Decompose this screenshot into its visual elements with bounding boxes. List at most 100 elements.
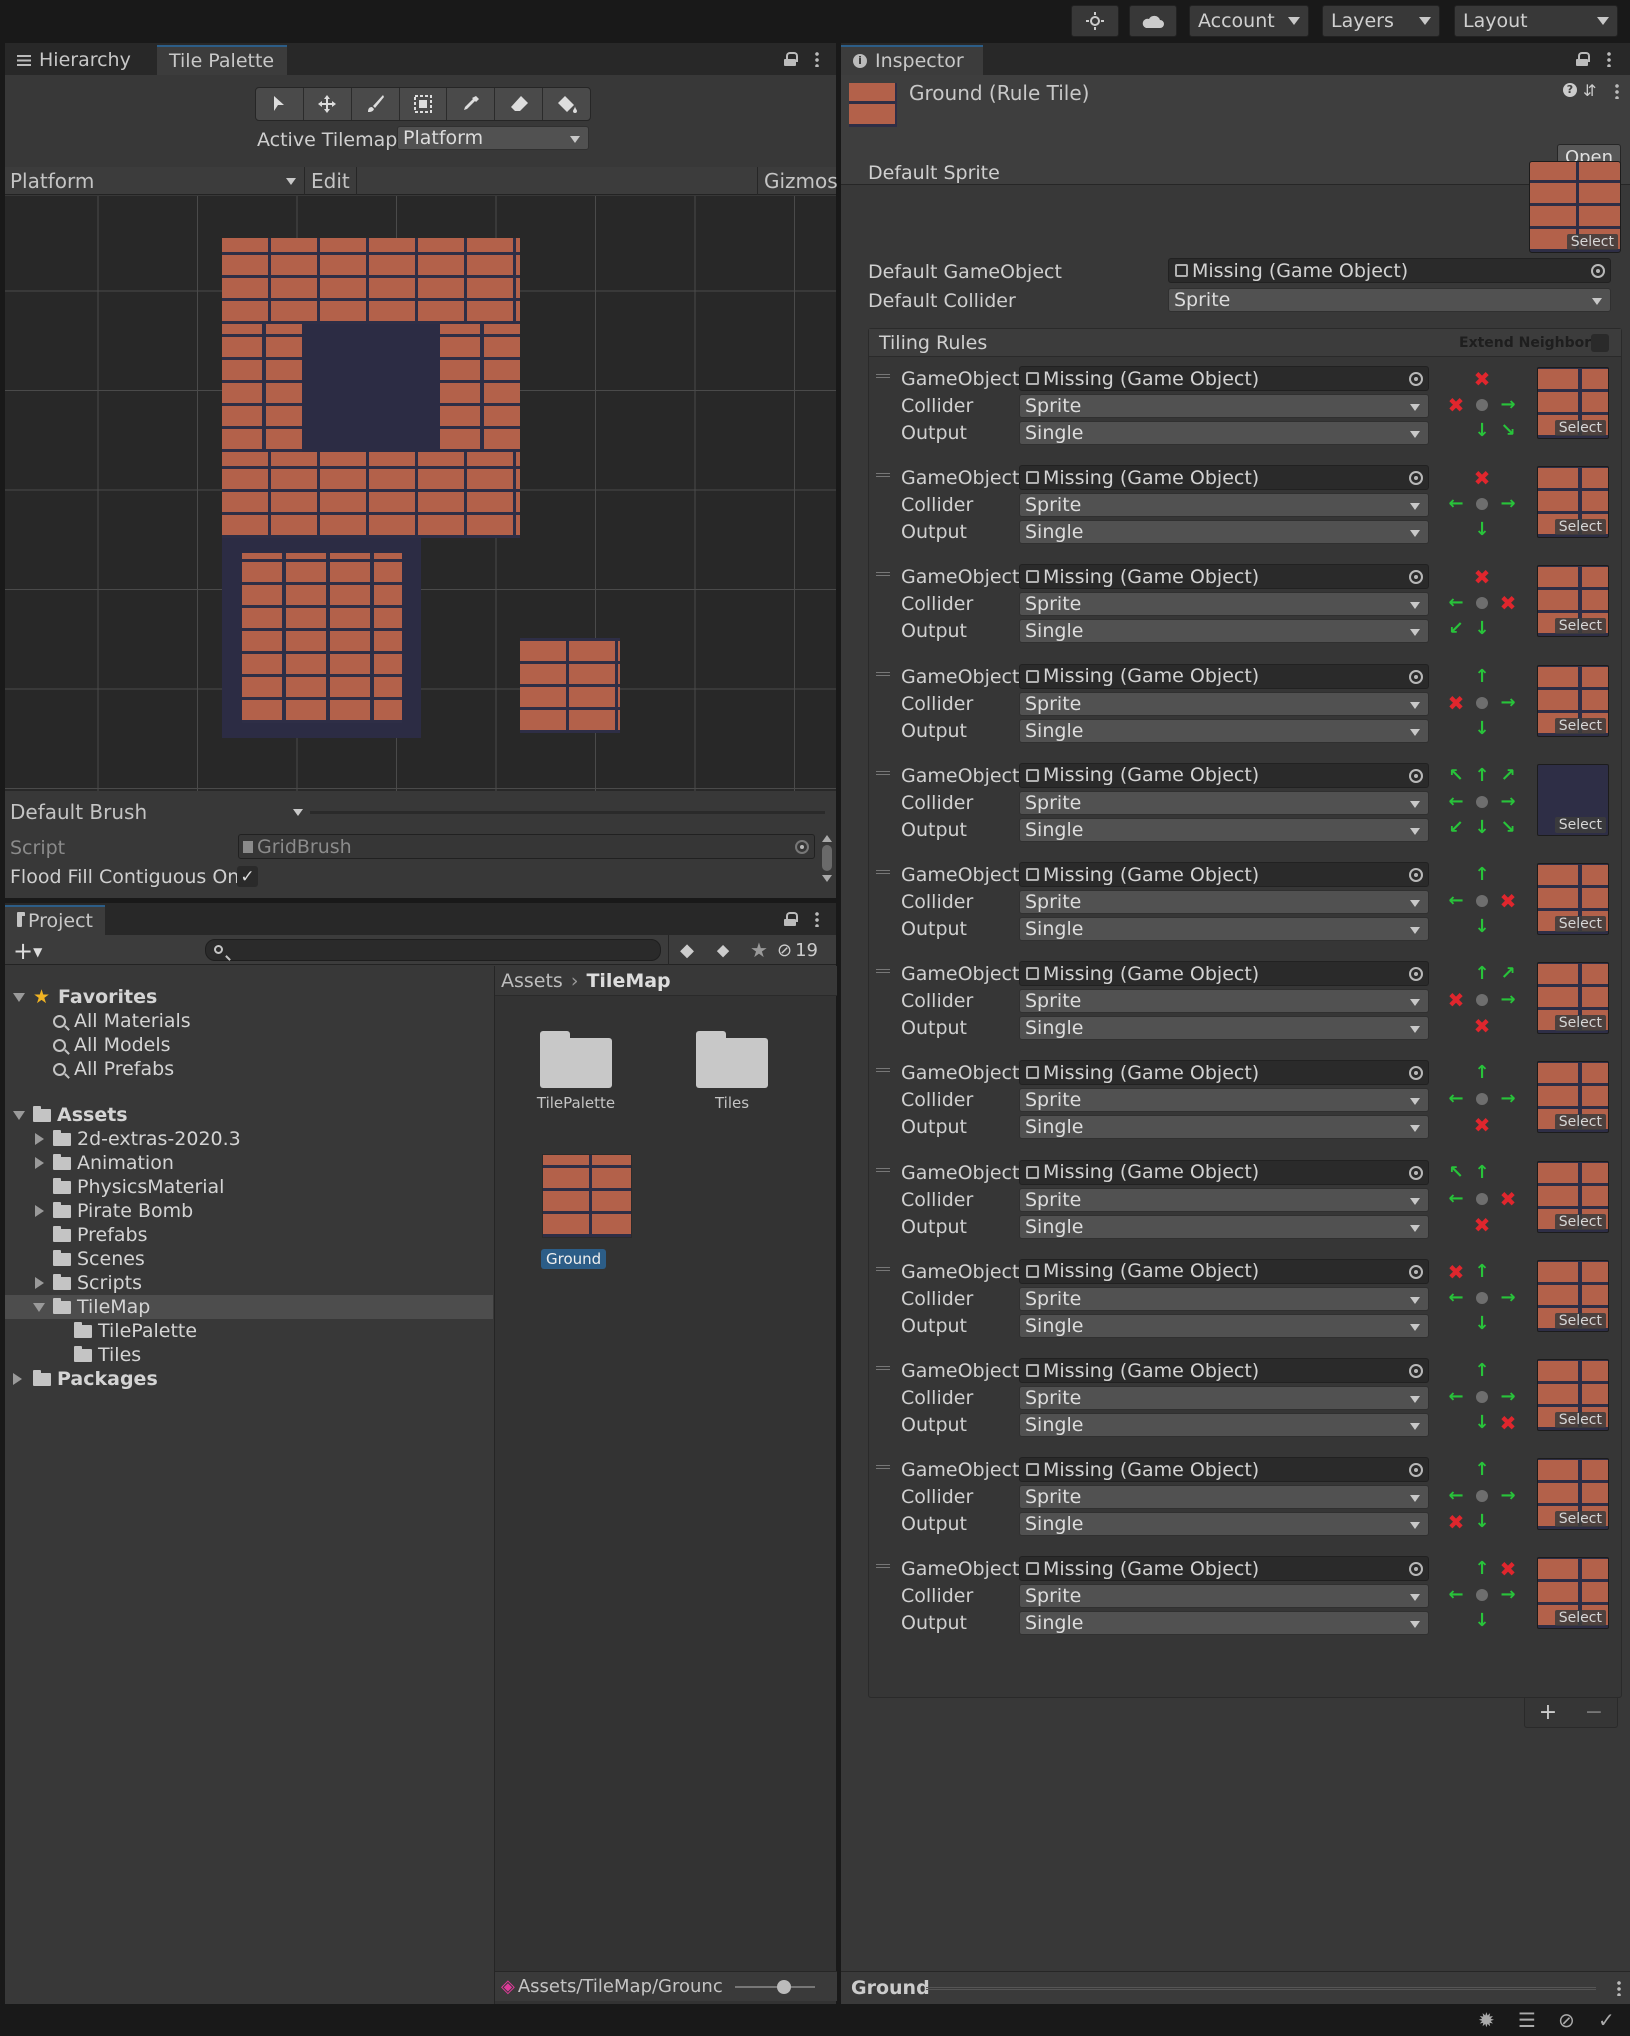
rule-gameobject-field[interactable]: Missing (Game Object) [1019,1258,1429,1284]
empty-neighbor[interactable] [1444,367,1468,391]
rule-output-dropdown[interactable]: Single [1019,718,1429,743]
rule-sprite-field[interactable]: Select [1537,863,1609,935]
empty-neighbor[interactable] [1444,1113,1468,1137]
center-dot-icon[interactable] [1470,790,1494,814]
object-picker-icon[interactable] [1409,471,1423,486]
center-dot-icon[interactable] [1470,691,1494,715]
drag-handle-icon[interactable] [876,1564,890,1569]
tree-pirate-bomb[interactable]: Pirate Bomb [53,1199,193,1223]
rule-output-dropdown[interactable]: Single [1019,1611,1429,1636]
drag-handle-icon[interactable] [876,1167,890,1172]
green-arrow-icon[interactable]: ← [1444,1087,1468,1111]
center-dot-icon[interactable] [1470,1286,1494,1310]
flood-fill-icon[interactable] [543,88,590,120]
rule-output-dropdown[interactable]: Single [1019,1016,1429,1041]
presets-icon[interactable]: ⇵ [1583,81,1596,100]
active-tilemap-dropdown[interactable]: Platform [397,126,589,150]
object-picker-icon[interactable] [1591,264,1605,278]
tile-block-small[interactable] [520,638,620,733]
red-x-icon[interactable]: ✖ [1496,1411,1520,1435]
folder-tilepalette-label[interactable]: TilePalette [515,1094,637,1112]
green-arrow-icon[interactable]: ↘ [1496,419,1520,443]
empty-neighbor[interactable] [1444,665,1468,689]
object-picker-icon[interactable] [1409,1463,1423,1478]
center-dot-icon[interactable] [1470,1583,1494,1607]
tree-prefabs[interactable]: Prefabs [53,1223,148,1247]
neighbor-grid[interactable]: ✖ ↑ ← → ↓ [1444,1260,1524,1340]
lock-icon[interactable] [1576,52,1590,66]
tree-favorites[interactable]: ★ Favorites [33,985,157,1009]
empty-neighbor[interactable] [1444,466,1468,490]
green-arrow-icon[interactable]: ↑ [1470,1161,1494,1185]
green-arrow-icon[interactable]: ↙ [1444,816,1468,840]
select-button[interactable]: Select [1554,717,1606,734]
object-picker-icon[interactable] [1409,1264,1423,1279]
select-button[interactable]: Select [1554,1610,1606,1627]
kebab-menu-icon[interactable] [1615,83,1619,99]
empty-neighbor[interactable] [1496,863,1520,887]
neighbor-grid[interactable]: ↑ ← → ✖ ↓ [1444,1458,1524,1538]
green-arrow-icon[interactable]: ↓ [1470,1411,1494,1435]
drag-handle-icon[interactable] [876,770,890,775]
drag-handle-icon[interactable] [876,374,890,378]
empty-neighbor[interactable] [1444,518,1468,542]
neighbor-grid[interactable]: ↖ ↑ ↗ ← → ↙ ↓ ↘ [1444,764,1524,844]
lock-icon[interactable] [784,52,798,66]
green-arrow-icon[interactable]: → [1496,1484,1520,1508]
red-x-icon[interactable]: ✖ [1470,1014,1494,1038]
move-tool-icon[interactable] [304,88,352,120]
eraser-icon[interactable] [495,88,544,120]
drag-handle-icon[interactable] [876,671,890,676]
tree-scripts[interactable]: Scripts [53,1271,142,1295]
palette-grid[interactable] [5,196,836,791]
tree-packages[interactable]: Packages [33,1367,158,1391]
layers-dropdown[interactable]: Layers [1322,5,1440,37]
select-button[interactable]: Select [1554,420,1606,436]
rule-sprite-field[interactable]: Select [1537,763,1609,836]
empty-neighbor[interactable] [1496,1213,1520,1237]
green-arrow-icon[interactable]: → [1496,691,1520,715]
empty-neighbor[interactable] [1444,1557,1468,1581]
tree-tiles[interactable]: Tiles [74,1343,141,1367]
red-x-icon[interactable]: ✖ [1496,1187,1520,1211]
green-arrow-icon[interactable]: ↑ [1470,1458,1494,1482]
search-input[interactable] [205,939,661,961]
green-arrow-icon[interactable]: → [1496,1385,1520,1409]
empty-neighbor[interactable] [1444,1609,1468,1633]
rule-collider-dropdown[interactable]: Sprite [1019,1088,1429,1113]
empty-neighbor[interactable] [1444,717,1468,741]
select-button[interactable]: Select [1566,234,1618,250]
green-arrow-icon[interactable]: ↓ [1470,518,1494,542]
flood-fill-checkbox[interactable]: ✓ [237,866,258,887]
rule-collider-dropdown[interactable]: Sprite [1019,1187,1429,1212]
empty-neighbor[interactable] [1444,863,1468,887]
center-dot-icon[interactable] [1470,889,1494,913]
expand-arrow-icon[interactable] [35,1277,44,1289]
empty-neighbor[interactable] [1444,1458,1468,1482]
rule-gameobject-field[interactable]: Missing (Game Object) [1019,1358,1429,1383]
rule-collider-dropdown[interactable]: Sprite [1019,890,1429,914]
tree-tilemap[interactable]: TileMap [53,1295,150,1319]
tree-all-materials[interactable]: All Materials [53,1009,191,1033]
rule-output-dropdown[interactable]: Single [1019,1413,1429,1437]
rule-gameobject-field[interactable]: Missing (Game Object) [1019,1457,1429,1483]
center-dot-icon[interactable] [1470,591,1494,615]
rule-sprite-field[interactable]: Select [1537,1557,1609,1630]
red-x-icon[interactable]: ✖ [1496,1557,1520,1581]
zoom-slider-handle[interactable] [777,1980,791,1994]
neighbor-grid[interactable]: ↑ ✖ ← → ↓ [1444,1557,1524,1637]
rule-gameobject-field[interactable]: Missing (Game Object) [1019,564,1429,590]
green-arrow-icon[interactable]: ↖ [1444,1161,1468,1185]
empty-neighbor[interactable] [1444,1359,1468,1383]
empty-neighbor[interactable] [1496,1359,1520,1383]
expand-arrow-icon[interactable] [13,1111,25,1120]
empty-neighbor[interactable] [1444,915,1468,939]
neighbor-grid[interactable]: ↖ ↑ ← ✖ ✖ [1444,1161,1524,1241]
gizmos-button[interactable]: Gizmos [757,167,838,195]
neighbor-grid[interactable]: ↑ ↗ ✖ → ✖ [1444,962,1524,1042]
center-dot-icon[interactable] [1470,1187,1494,1211]
picker-tool-icon[interactable] [447,88,496,120]
green-arrow-icon[interactable]: ↖ [1444,764,1468,788]
neighbor-grid[interactable]: ↑ ← ✖ ↓ [1444,863,1524,943]
tile-block-frame[interactable] [222,238,520,538]
